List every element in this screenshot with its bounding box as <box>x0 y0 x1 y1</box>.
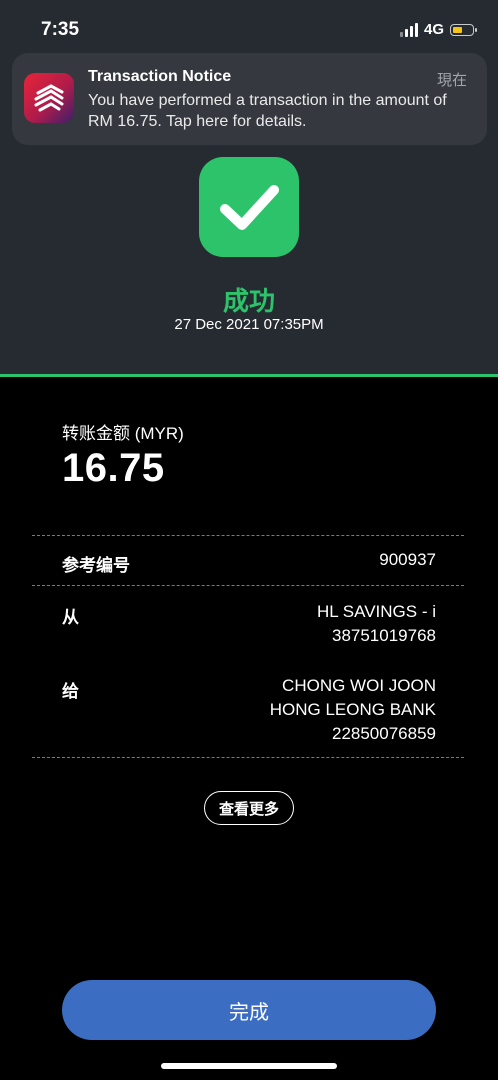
divider <box>32 535 464 536</box>
signal-icon <box>399 22 418 37</box>
recipient-account-number: 22850076859 <box>331 724 436 743</box>
transaction-datetime: 27 Dec 2021 07:35PM <box>174 316 324 333</box>
network-type: 4G <box>423 21 444 38</box>
header-divider <box>0 374 498 377</box>
notification-time: 現在 <box>436 72 467 89</box>
divider <box>32 757 464 758</box>
from-label: 从 <box>62 608 79 627</box>
divider <box>32 585 464 586</box>
reference-label: 参考编号 <box>62 556 130 575</box>
amount-label: 转账金额 (MYR) <box>62 424 184 443</box>
check-icon <box>199 157 299 257</box>
from-account-number: 38751019768 <box>331 626 436 645</box>
recipient-name: CHONG WOI JOON <box>282 676 436 695</box>
from-account: HL SAVINGS - i 38751019768 <box>317 600 436 648</box>
notification-body: You have performed a transaction in the … <box>88 92 447 130</box>
reference-value: 900937 <box>379 550 436 569</box>
notification-title: Transaction Notice <box>88 68 232 85</box>
notification-banner[interactable]: Transaction Notice 現在 You have performed… <box>12 53 487 145</box>
status-indicators: 4G <box>399 21 477 38</box>
status-time: 7:35 <box>41 19 80 40</box>
view-more-button[interactable]: 查看更多 <box>204 791 294 825</box>
bank-app-icon <box>24 73 74 123</box>
from-account-name: HL SAVINGS - i <box>316 602 436 621</box>
done-button[interactable]: 完成 <box>62 980 436 1040</box>
to-label: 给 <box>62 682 79 701</box>
recipient-bank: HONG LEONG BANK <box>269 700 436 719</box>
home-indicator[interactable] <box>161 1063 337 1069</box>
to-account: CHONG WOI JOON HONG LEONG BANK 228500768… <box>270 674 436 746</box>
success-status: 成功 <box>222 286 275 316</box>
battery-icon <box>450 23 477 36</box>
amount-value: 16.75 <box>62 446 165 490</box>
